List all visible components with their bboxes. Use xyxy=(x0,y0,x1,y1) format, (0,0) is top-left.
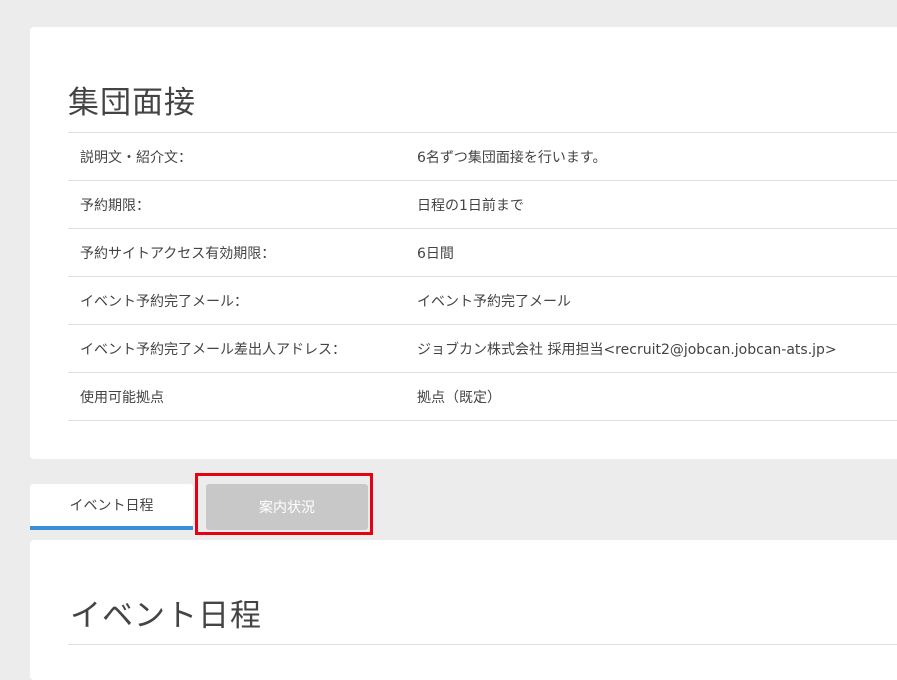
table-row: イベント予約完了メール差出人アドレス： ジョブカン株式会社 採用担当<recru… xyxy=(68,324,897,373)
row-value: 拠点（既定） xyxy=(417,372,897,421)
event-schedule-card: イベント日程 xyxy=(30,540,897,680)
section-title: イベント日程 xyxy=(70,598,262,634)
page-title: 集団面接 xyxy=(68,85,196,121)
divider xyxy=(68,644,897,645)
row-label: 予約期限： xyxy=(68,180,417,229)
event-info-table: 説明文・紹介文： 6名ずつ集団面接を行います。 予約期限： 日程の1日前まで 予… xyxy=(68,132,897,421)
table-row: 説明文・紹介文： 6名ずつ集団面接を行います。 xyxy=(68,132,897,181)
row-value: 6名ずつ集団面接を行います。 xyxy=(417,132,897,181)
tab-event-schedule[interactable]: イベント日程 xyxy=(30,484,193,530)
row-value: 6日間 xyxy=(417,228,897,277)
row-label: 予約サイトアクセス有効期限： xyxy=(68,228,417,277)
row-value: ジョブカン株式会社 採用担当<recruit2@jobcan.jobcan-at… xyxy=(417,324,897,373)
row-label: 説明文・紹介文： xyxy=(68,132,417,181)
table-row: 使用可能拠点 拠点（既定） xyxy=(68,372,897,421)
row-value: 日程の1日前まで xyxy=(417,180,897,229)
event-info-card: 集団面接 説明文・紹介文： 6名ずつ集団面接を行います。 予約期限： 日程の1日… xyxy=(30,27,897,459)
row-label: 使用可能拠点 xyxy=(68,372,417,421)
row-label: イベント予約完了メール差出人アドレス： xyxy=(68,324,417,373)
row-value: イベント予約完了メール xyxy=(417,276,897,325)
table-row: 予約期限： 日程の1日前まで xyxy=(68,180,897,229)
table-row: イベント予約完了メール： イベント予約完了メール xyxy=(68,276,897,325)
tab-guidance-status[interactable]: 案内状況 xyxy=(206,484,368,530)
row-label: イベント予約完了メール： xyxy=(68,276,417,325)
table-row: 予約サイトアクセス有効期限： 6日間 xyxy=(68,228,897,277)
